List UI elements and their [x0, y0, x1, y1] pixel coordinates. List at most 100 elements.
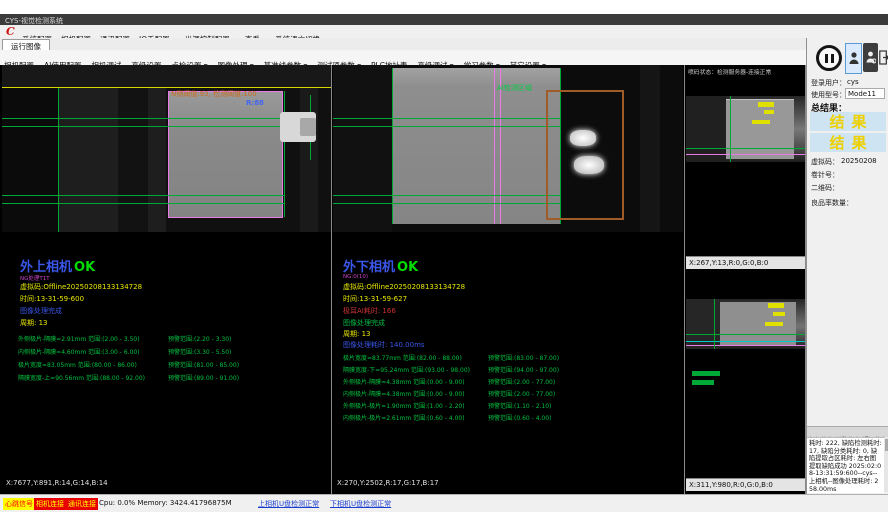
camera1-process-done: 图像处理完成 [20, 306, 62, 316]
camera2-barcode: 虚拟码:Offline20250208133134728 [343, 282, 465, 292]
camera3-overlay-mark [764, 110, 774, 114]
camera3-product-region [726, 99, 794, 159]
camera1-green-line [2, 126, 284, 127]
user-icon [849, 51, 859, 66]
measurement-warn-range: 预警范围:(0.60 - 4.00) [488, 413, 551, 422]
camera4-overlay-text-mark [692, 380, 714, 385]
camera2-image-stripe-right [640, 65, 660, 232]
camera1-green-line [2, 195, 284, 196]
measurement-warn-range: 预警范围:(94.00 - 97.00) [488, 365, 559, 374]
camera2-green-line [333, 195, 560, 196]
camera2-weld-spot [574, 156, 604, 174]
camera2-ai-time: 极耳AI耗时: 166 [343, 306, 396, 316]
user-settings-icon [866, 50, 876, 65]
camera1-product-region [168, 91, 283, 218]
camera1-ng-info: NG处理T1T [20, 274, 50, 282]
cpu-memory-status: Cpu: 0.0% Memory: 3424.41796875M [99, 499, 232, 507]
camera2-weld-spot [570, 130, 596, 146]
camera1-image-stripe-right [300, 88, 318, 232]
measurement-warn-range: 预警范围:(83.00 - 87.00) [488, 353, 559, 362]
measurement-warn-range: 预警范围:(1.10 - 2.10) [488, 401, 551, 410]
camera3-magenta-line [686, 154, 806, 155]
camera2-ok-status: OK [397, 260, 418, 275]
measurement-value: 外侧极片-极片=1.90mm 范围:(1.00 - 2.20) [343, 403, 465, 410]
pause-button[interactable] [815, 44, 843, 72]
user-button[interactable] [845, 43, 862, 74]
camera1-cursor-coords: X:7677,Y:891,R:14,G:14,B:14 [6, 479, 108, 487]
info-log-text: 耗时: 222, 缺陷检测耗时: 17, 缺陷分类耗时: 0, 缺陷提取占区耗时… [807, 438, 884, 493]
model-label: 使用型号： [811, 90, 846, 100]
camera1-measurements: 外侧极片-隔膜=2.91mm 范围:(2.00 - 3.50) 预警范围:(2.2… [18, 334, 328, 386]
app-window: CYS-视觉检测系统 C 系统配置相机配置通讯配置IO手配置 ▾光源控制配置 ▾… [0, 0, 888, 522]
camera4-coord-strip: X:311,Y:980,R:0,G:0,B:0 [686, 478, 806, 491]
camera1-time: 时间:13-31-59-600 [20, 294, 84, 304]
view-divider [684, 65, 685, 494]
camera2-process-time: 图像处理耗时: 140.00ms [343, 340, 425, 350]
camera2-product-region [392, 68, 560, 224]
camera2-cycle: 周期: 13 [343, 329, 371, 339]
measurement-row: 外侧极片-极片=1.90mm 范围:(1.00 - 2.20) 预警范围:(1.1… [343, 401, 673, 413]
camera2-green-vline [392, 68, 393, 224]
login-user-label: 登录用户： [811, 78, 846, 88]
result-indicator-1: 结果 [810, 112, 886, 131]
app-logo-icon: C [6, 25, 15, 38]
camera1-result-title: 外上相机OK [20, 256, 95, 275]
measurement-warn-range: 预警范围:(2.00 - 77.00) [488, 389, 555, 398]
heartbeat-badge: 心跳信号 [3, 498, 35, 510]
camera1-green-vline [284, 91, 285, 217]
camera1-name: 外上相机 [20, 260, 72, 275]
measurement-value: 内侧极片-隔膜=4.60mm 范围:(3.00 - 6.00) [18, 349, 140, 356]
camera4-magenta-line [686, 345, 806, 346]
user-settings-button[interactable] [863, 43, 878, 72]
camera4-overlay-text-mark [692, 371, 720, 376]
measurement-row: 极片宽度=83.77mm 范围:(82.00 - 88.00) 预警范围:(83.… [343, 353, 673, 365]
camera1-image-band-left [2, 88, 58, 232]
camera4-overlay-mark [773, 312, 785, 316]
measurement-value: 隔膜宽度-下=95.24mm 范围:(93.00 - 98.00) [343, 367, 470, 374]
info-log-panel[interactable]: 耗时: 222, 缺陷检测耗时: 17, 缺陷分类耗时: 0, 缺陷提取占区耗时… [807, 437, 884, 493]
usb-bottom-camera-link[interactable]: 下相机U盘检测正常 [330, 499, 391, 509]
camera1-connector-tip [300, 118, 316, 136]
camera4-overlay-mark [768, 303, 784, 308]
camera1-image-stripe [118, 88, 148, 232]
measurement-warn-range: 预警范围:(81.00 - 85.00) [168, 360, 239, 369]
measurement-value: 隔膜宽度-上=90.56mm 范围:(88.00 - 92.00) [18, 375, 145, 382]
camera3-overlay-mark [752, 120, 770, 124]
camera1-image-topband [2, 65, 331, 88]
camera-link-badge: 相机连接 [34, 498, 66, 510]
camera2-name: 外下相机 [343, 260, 395, 275]
login-user-value: cys [847, 78, 859, 86]
info-log-scrollbar[interactable] [884, 437, 888, 492]
comm-link-badge: 通讯连接 [66, 498, 98, 510]
camera4-product-region [720, 302, 796, 346]
view-divider [331, 65, 332, 494]
measurement-warn-range: 预警范围:(89.00 - 91.00) [168, 373, 239, 382]
camera1-green-vline [58, 88, 59, 232]
measurement-warn-range: 预警范围:(2.00 - 77.00) [488, 377, 555, 386]
model-field[interactable]: Mode11 [845, 88, 885, 99]
camera2-green-line [333, 203, 560, 204]
measurement-row: 内侧极片-极片=2.61mm 范围:(0.60 - 4.00)预警范围:(0.6… [343, 413, 673, 425]
camera2-ai-region-label: AI检测区域 [497, 83, 532, 93]
camera2-measurements: 极片宽度=83.77mm 范围:(82.00 - 88.00) 预警范围:(83.… [343, 353, 673, 425]
measurement-value: 极片宽度=83.77mm 范围:(82.00 - 88.00) [343, 355, 462, 362]
camera2-green-line [333, 126, 560, 127]
menu-bar: C 系统配置相机配置通讯配置IO手配置 ▾光源控制配置 ▾查看 ▾系统语言切换 [0, 25, 888, 39]
measurement-warn-range: 预警范围:(2.20 - 3.30) [168, 334, 231, 343]
camera4-cyan-line [686, 341, 806, 342]
camera2-magenta-vline [494, 68, 495, 224]
usb-top-camera-link[interactable]: 上相机U盘检测正常 [258, 499, 319, 509]
camera1-barcode: 虚拟码:Offline20250208133134728 [20, 282, 142, 292]
measurement-row: 内侧极片-隔膜=4.60mm 范围:(3.00 - 6.00)预警范围:(3.3… [18, 347, 328, 360]
qrcode-label: 二维码： [811, 183, 839, 193]
measurement-value: 外侧极片-隔膜=2.91mm 范围:(2.00 - 3.50) [18, 336, 140, 343]
model-value: Mode11 [848, 90, 876, 98]
camera3-overlay-mark [758, 102, 774, 107]
exit-icon [879, 50, 888, 65]
measurement-value: 内侧极片-隔膜=4.38mm 范围:(0.00 - 9.00) [343, 391, 465, 398]
exit-button[interactable] [879, 43, 888, 72]
camera3-green-vline [730, 96, 731, 162]
pause-icon [816, 45, 842, 71]
camera2-process-done: 图像处理完成 [343, 318, 385, 328]
camera1-r-label: R:88 [246, 99, 264, 107]
